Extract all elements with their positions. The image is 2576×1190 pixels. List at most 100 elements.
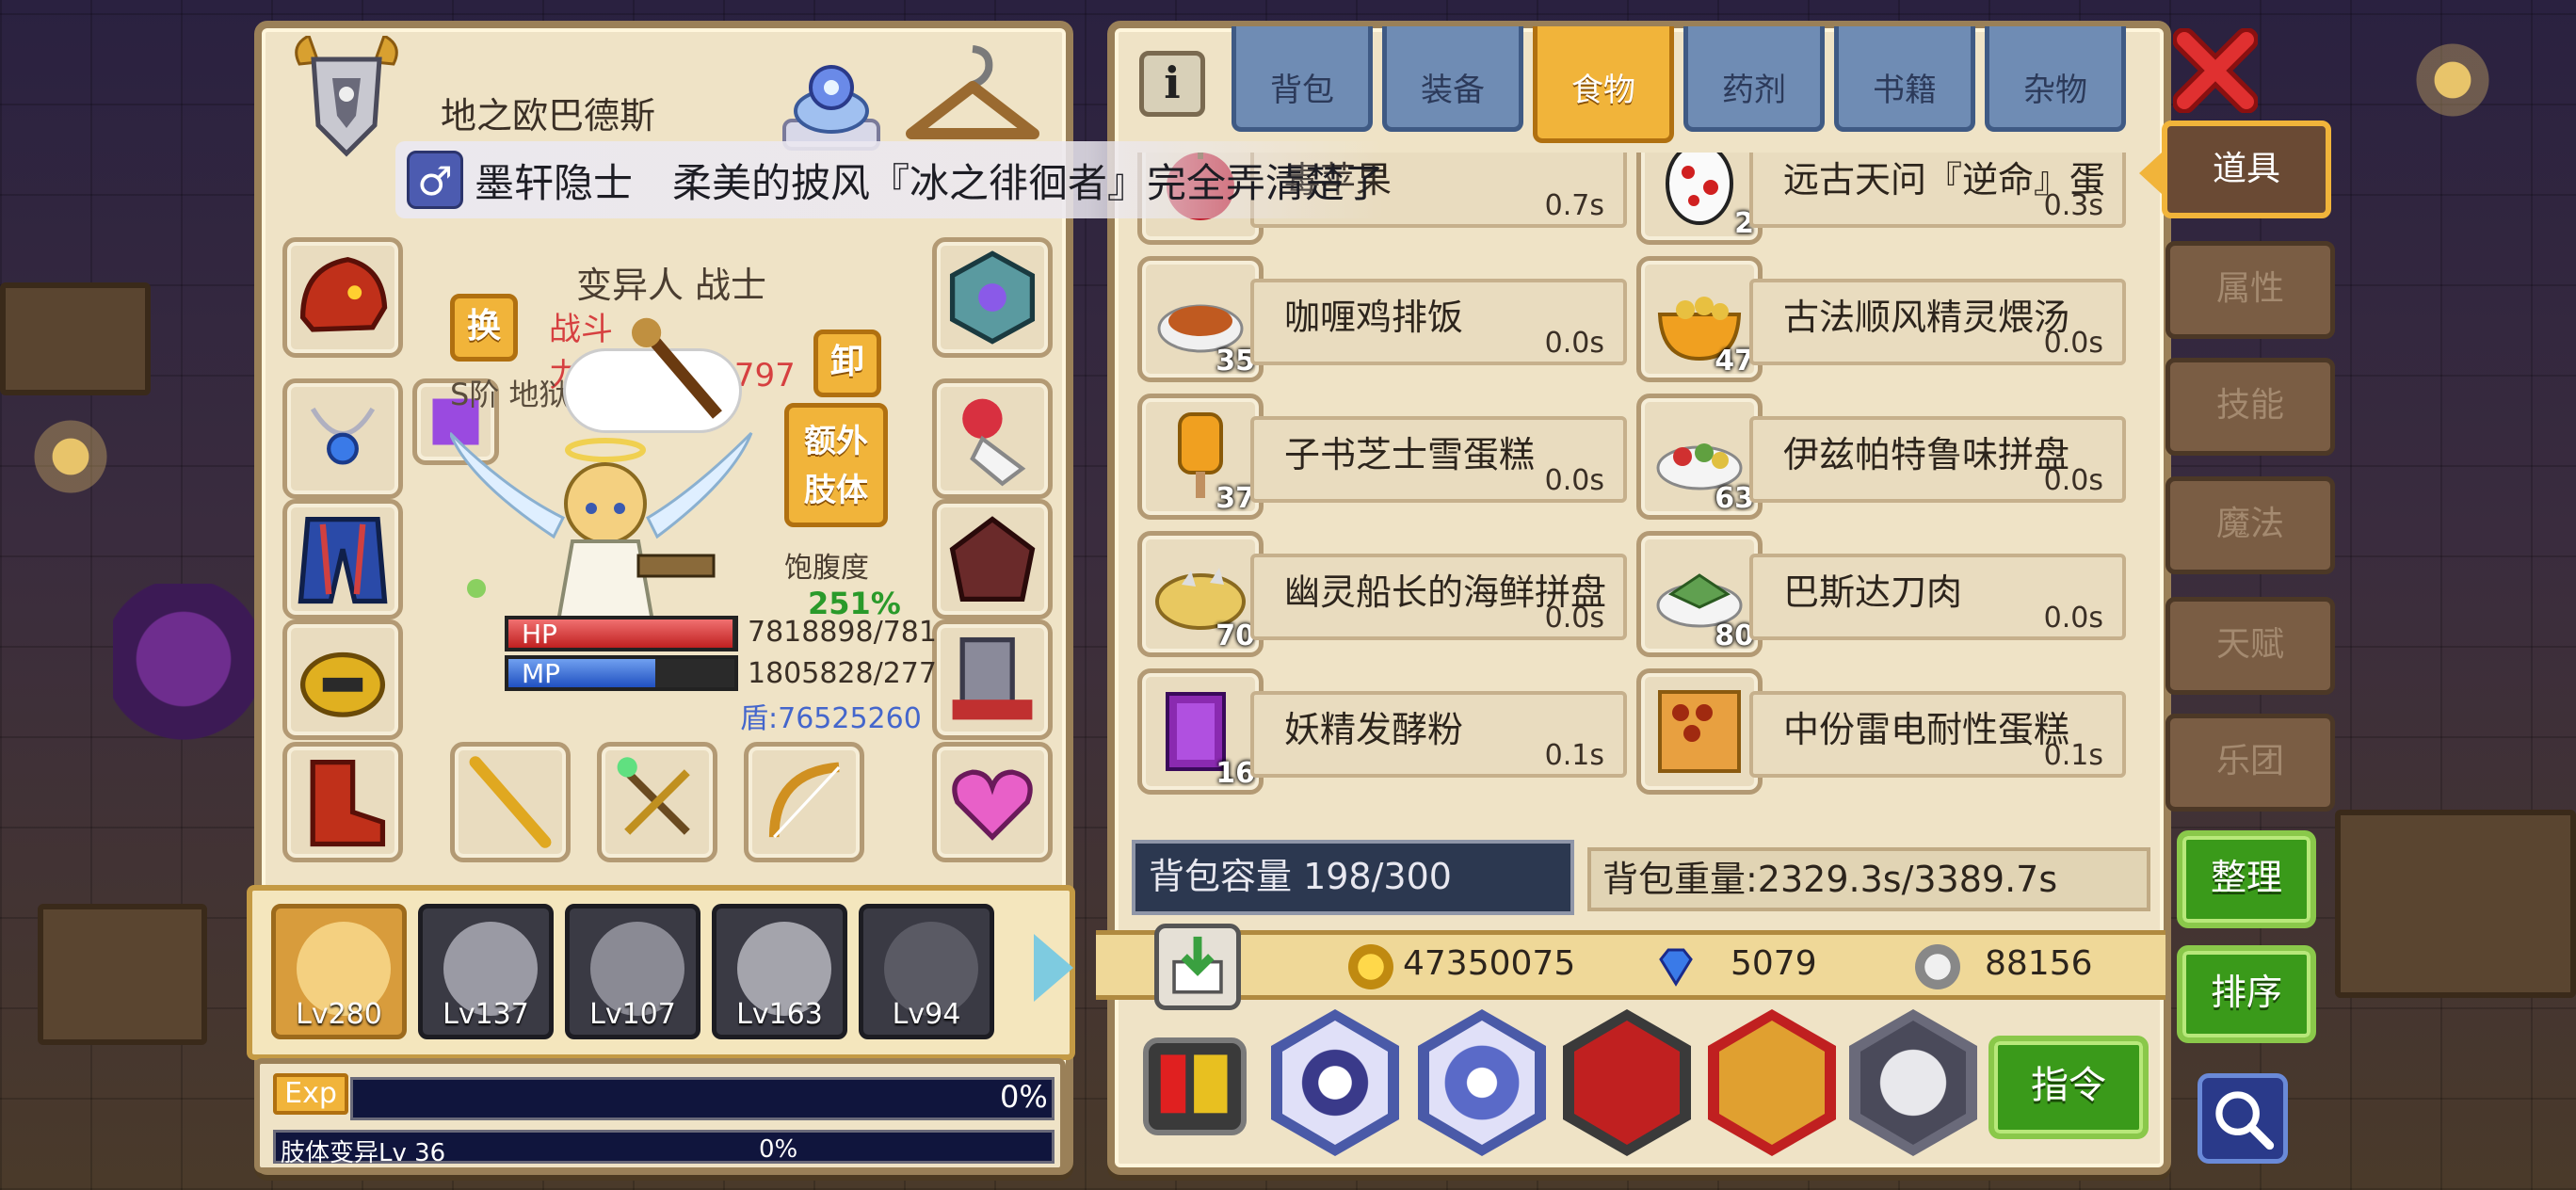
- party-member-4[interactable]: Lv163: [712, 904, 847, 1039]
- organize-button[interactable]: 整理: [2177, 830, 2316, 928]
- item-namebox: 妖精发酵粉 0.1s: [1250, 691, 1627, 778]
- equip-slot-shoulder[interactable]: [932, 499, 1053, 619]
- heart-gem-icon: [952, 769, 1033, 841]
- list-item[interactable]: 47 古法顺风精灵煨汤 0.0s: [1636, 252, 2126, 382]
- currency-bar: 47350075 5079 88156: [1096, 924, 2165, 1010]
- background-lamp: [28, 414, 113, 499]
- list-item[interactable]: 35 咖喱鸡排饭 0.0s: [1137, 252, 1627, 382]
- necklace-icon: [310, 407, 376, 465]
- male-gender-icon: ♂: [407, 151, 463, 209]
- equip-slot-crest[interactable]: [932, 237, 1053, 358]
- diamond-amount: 5079: [1731, 944, 1817, 983]
- tab-backpack[interactable]: 背包: [1232, 26, 1373, 132]
- golden-helm-icon: [299, 651, 386, 717]
- side-tab-items[interactable]: 道具: [2139, 121, 2331, 218]
- guild-emblem-icon: [295, 36, 398, 157]
- equip-slot-weapon-3[interactable]: [744, 742, 864, 862]
- number-order-icon[interactable]: [1143, 1037, 1247, 1135]
- equip-slot-charm[interactable]: [932, 742, 1053, 862]
- party-member-3[interactable]: Lv107: [565, 904, 700, 1039]
- equip-slot-weapon-1[interactable]: [450, 742, 571, 862]
- side-tab-talent[interactable]: 天赋: [2165, 597, 2335, 695]
- hp-bar: HP: [505, 616, 738, 651]
- equip-slot-boots[interactable]: [282, 742, 403, 862]
- item-thumbnail: 70: [1137, 531, 1264, 657]
- item-namebox: 古法顺风精灵煨汤 0.0s: [1749, 279, 2126, 365]
- equip-slot-weapon-2[interactable]: [597, 742, 717, 862]
- dragon-helmet-icon: [299, 257, 388, 332]
- side-tab-band[interactable]: 乐团: [2165, 714, 2335, 812]
- list-item[interactable]: 63 伊兹帕特鲁味拼盘 0.0s: [1636, 390, 2126, 520]
- command-button[interactable]: 指令: [1988, 1036, 2149, 1139]
- item-quantity: 70: [1216, 619, 1255, 652]
- item-thumbnail: 37: [1137, 394, 1264, 520]
- hunger-label: 饱腹度: [784, 552, 869, 585]
- side-tab-attributes[interactable]: 属性: [2165, 241, 2335, 339]
- tab-misc[interactable]: 杂物: [1985, 26, 2126, 132]
- party-next-arrow-icon[interactable]: [1034, 934, 1073, 1002]
- item-quantity: 37: [1216, 482, 1255, 515]
- equip-slot-helmet[interactable]: [282, 237, 403, 358]
- limb-exp-percent: 0%: [759, 1135, 798, 1164]
- shield-value: 盾:76525260: [740, 702, 922, 735]
- item-time: 0.1s: [1544, 739, 1604, 772]
- equip-slot-belt[interactable]: [282, 619, 403, 740]
- party-member-1[interactable]: Lv280: [271, 904, 407, 1039]
- download-icon[interactable]: [1154, 924, 1241, 1010]
- item-time: 0.0s: [1544, 602, 1604, 635]
- tab-books[interactable]: 书籍: [1834, 26, 1975, 132]
- crest-gem-icon: [949, 250, 1036, 345]
- cake-box-icon: [1658, 690, 1741, 773]
- item-time: 0.0s: [2043, 602, 2103, 635]
- sort-button[interactable]: 排序: [2177, 945, 2316, 1043]
- tab-food[interactable]: 食物: [1533, 26, 1674, 143]
- swap-button[interactable]: 换: [450, 294, 518, 362]
- item-namebox: 中份雷电耐性蛋糕 0.1s: [1749, 691, 2126, 778]
- close-icon[interactable]: [2173, 28, 2258, 113]
- item-time: 0.0s: [1544, 327, 1604, 360]
- dark-armor-icon: [949, 516, 1036, 603]
- list-item[interactable]: 中份雷电耐性蛋糕 0.1s: [1636, 665, 2126, 795]
- bag-weight: 背包重量:2329.3s/3389.7s: [1587, 847, 2150, 911]
- tab-equipment[interactable]: 装备: [1382, 26, 1523, 132]
- swap-arrows-icon: [1860, 1021, 1966, 1145]
- background-crate: [0, 282, 151, 395]
- tab-potion[interactable]: 药剂: [1683, 26, 1825, 132]
- side-tab-magic[interactable]: 魔法: [2165, 476, 2335, 574]
- side-tab-skills[interactable]: 技能: [2165, 358, 2335, 456]
- item-quantity: 47: [1715, 345, 1754, 378]
- silver-amount: 88156: [1985, 944, 2093, 983]
- dice-icon: [1574, 1021, 1680, 1145]
- item-quantity: 16: [1216, 757, 1255, 790]
- ring-icon: [1282, 1021, 1388, 1145]
- party-level: Lv94: [892, 998, 961, 1031]
- party-level: Lv137: [443, 998, 529, 1031]
- list-item[interactable]: 16 妖精发酵粉 0.1s: [1137, 665, 1627, 795]
- unequip-button[interactable]: 卸: [813, 330, 881, 397]
- background-crate: [2335, 810, 2576, 998]
- info-button[interactable]: i: [1139, 51, 1205, 117]
- party-member-5[interactable]: Lv94: [859, 904, 994, 1039]
- item-namebox: 子书芝士雪蛋糕 0.0s: [1250, 416, 1627, 503]
- equip-slot-necklace[interactable]: [282, 378, 403, 499]
- item-list: 毒苹果 0.7s 2 远古天问『逆命』蛋 0.3s 35 咖喱鸡排饭 0.0s: [1137, 153, 2154, 830]
- item-namebox: 咖喱鸡排饭 0.0s: [1250, 279, 1627, 365]
- hp-label: HP: [522, 619, 557, 650]
- equip-slot-gloves[interactable]: [932, 378, 1053, 499]
- party-level: Lv107: [589, 998, 676, 1031]
- item-quantity: 35: [1216, 345, 1255, 378]
- list-item[interactable]: 70 幽灵船长的海鲜拼盘 0.0s: [1137, 527, 1627, 657]
- mp-value: 1805828/277: [748, 657, 937, 690]
- party-member-2[interactable]: Lv137: [418, 904, 554, 1039]
- list-item[interactable]: 80 巴斯达刀肉 0.0s: [1636, 527, 2126, 657]
- search-icon[interactable]: [2198, 1073, 2288, 1164]
- gold-coin-icon: [1348, 944, 1393, 989]
- list-item[interactable]: 2 远古天问『逆命』蛋 0.3s: [1636, 153, 2126, 245]
- character-name: 地之欧巴德斯: [441, 95, 656, 137]
- crossbow-icon: [617, 757, 690, 835]
- equip-slot-gauntlet[interactable]: [932, 619, 1053, 740]
- item-namebox: 幽灵船长的海鲜拼盘 0.0s: [1250, 554, 1627, 640]
- equip-slot-armor[interactable]: [282, 499, 403, 619]
- extra-limb-button[interactable]: 额外肢体: [784, 403, 888, 527]
- list-item[interactable]: 37 子书芝士雪蛋糕 0.0s: [1137, 390, 1627, 520]
